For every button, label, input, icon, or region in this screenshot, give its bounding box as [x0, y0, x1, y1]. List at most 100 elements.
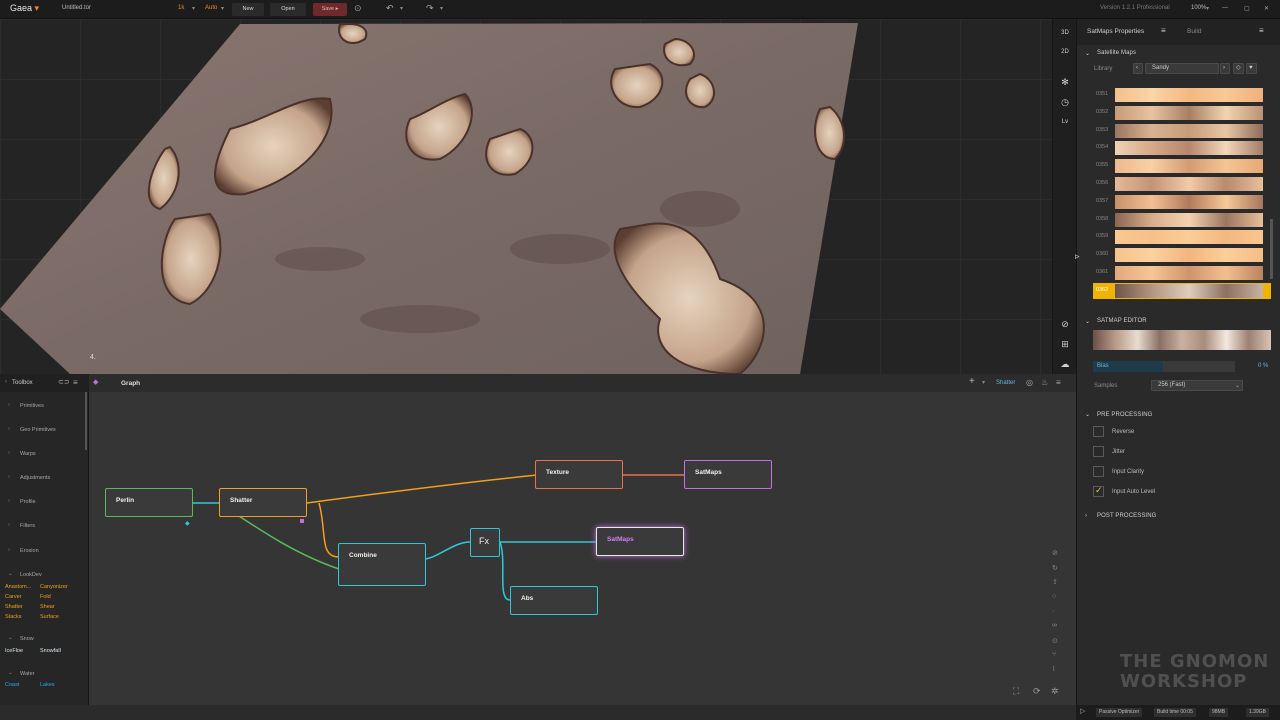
pin-icon[interactable]: ⊙ [1052, 637, 1058, 645]
satmap-swatch-row[interactable]: 0360 [1093, 247, 1271, 263]
port-diamond-icon[interactable]: ◆ [185, 520, 190, 527]
swatch-scrollbar[interactable] [1270, 219, 1273, 279]
passive-optimizer-status[interactable]: Passive Optimizer [1096, 708, 1143, 717]
library-select[interactable]: Sandy [1145, 63, 1219, 74]
toolbox-node[interactable]: Snowfall [40, 648, 61, 654]
toolbox-category[interactable]: Profile [20, 499, 36, 505]
toolbox-node[interactable]: Carver [5, 594, 22, 600]
node-satmaps-selected[interactable]: SatMaps [596, 527, 684, 556]
disable-icon[interactable]: ⊘ [1052, 549, 1058, 557]
maximize-icon[interactable]: ▢ [1244, 5, 1250, 12]
toggle-icon[interactable]: ⊂⊃ [58, 378, 70, 386]
tab-satmaps-properties[interactable]: SatMaps Properties [1087, 28, 1144, 35]
toolbox-node[interactable]: Stacks [5, 614, 22, 620]
favorite-heart-icon[interactable]: ♥ [1246, 63, 1257, 74]
toolbox-category[interactable]: Water [20, 671, 34, 677]
chevron-right-icon[interactable]: › [8, 402, 10, 408]
app-logo[interactable]: Gaea ▾ [10, 3, 39, 14]
satmap-swatch-row[interactable]: 0355 [1093, 158, 1271, 174]
chevron-right-icon[interactable]: › [8, 498, 10, 504]
run-icon[interactable]: ▷ [1080, 707, 1085, 715]
active-node-label[interactable]: Shatter [996, 380, 1015, 386]
next-arrow[interactable]: › [1220, 63, 1230, 74]
toolbox-category[interactable]: Primitives [20, 403, 44, 409]
target-icon[interactable]: ◎ [1026, 378, 1033, 387]
chevron-right-icon[interactable]: › [8, 426, 10, 432]
node-combine[interactable]: Combine [338, 543, 426, 586]
satmap-swatch-row[interactable]: 0354 [1093, 140, 1271, 156]
grid-icon[interactable]: ⊞ [1056, 336, 1074, 352]
flame-icon[interactable]: ♨ [1041, 378, 1048, 387]
satmap-swatch-row[interactable]: 0359 [1093, 229, 1271, 245]
chevron-right-icon[interactable]: › [8, 522, 10, 528]
toolbox-node[interactable]: Shear [40, 604, 55, 610]
toolbox-category[interactable]: Erosion [20, 548, 39, 554]
toolbox-node[interactable]: Anastom... [5, 584, 31, 590]
toolbox-node[interactable]: IceFloe [5, 648, 23, 654]
section-satellite-maps[interactable]: Satellite Maps [1097, 50, 1136, 56]
bias-slider[interactable]: Bias [1093, 361, 1235, 372]
menu-icon[interactable]: ≡ [73, 378, 78, 387]
chevron-down-icon[interactable]: ⌄ [1085, 50, 1090, 57]
toolbox-node[interactable]: Fold [40, 594, 51, 600]
save-button[interactable]: Save ▸ [313, 3, 347, 16]
compass-icon[interactable]: ⊘ [1056, 316, 1074, 332]
checkbox[interactable] [1093, 426, 1104, 437]
toolbox-category[interactable]: Warps [20, 451, 36, 457]
section-pre-processing[interactable]: PRE PROCESSING [1097, 412, 1152, 418]
3d-viewport[interactable]: 4. [0, 19, 1052, 374]
menu-icon[interactable]: ≡ [1161, 26, 1166, 35]
chevron-down-icon[interactable]: ⌄ [8, 670, 13, 676]
satmap-swatch-row[interactable]: 0361 [1093, 265, 1271, 281]
sun-icon[interactable]: ✻ [1056, 74, 1074, 90]
zoom-select[interactable]: 100% [1191, 5, 1206, 11]
port-icon[interactable] [300, 519, 304, 523]
toolbox-node[interactable]: Shatter [5, 604, 23, 610]
chevron-right-icon[interactable]: › [8, 450, 10, 456]
graph-settings-icon[interactable]: ✲ [1051, 686, 1059, 697]
previous-arrow[interactable]: ‹ [1133, 63, 1143, 74]
toolbox-category[interactable]: Geo Primitives [20, 427, 56, 433]
view-2d-button[interactable]: 2D [1056, 44, 1074, 60]
node-graph[interactable]: ◆ Graph + ▾ Shatter ◎ ♨ ≡ Perlin ◆ Shatt… [89, 374, 1076, 705]
node-fx[interactable]: Fx [470, 528, 500, 557]
tab-build[interactable]: Build [1187, 28, 1201, 35]
section-post-processing[interactable]: POST PROCESSING [1097, 513, 1156, 519]
refresh-icon[interactable]: ↻ [1052, 564, 1058, 572]
cloud-icon[interactable]: ☁ [1056, 356, 1074, 372]
satmap-swatch-row[interactable]: 0352 [1093, 105, 1271, 121]
toolbox-category[interactable]: Adjustments [20, 475, 50, 481]
node-perlin[interactable]: Perlin [105, 488, 193, 517]
fit-view-icon[interactable]: ⛶ [1013, 686, 1019, 697]
redo-icon[interactable]: ↷ [426, 3, 434, 14]
toolbox-node[interactable]: Coast [5, 682, 19, 688]
satmap-gradient-editor[interactable] [1093, 330, 1271, 350]
chevron-down-icon[interactable]: ⌄ [1085, 411, 1090, 418]
mode-select[interactable]: Auto [205, 5, 217, 11]
chevron-left-icon[interactable]: ‹ [5, 379, 7, 385]
checkbox[interactable] [1093, 466, 1104, 477]
bias-value[interactable]: 0 % [1258, 363, 1268, 369]
satmap-swatch-row[interactable]: 0362 [1093, 282, 1271, 299]
checkbox[interactable] [1093, 446, 1104, 457]
satmap-swatch-row[interactable]: 0353 [1093, 123, 1271, 139]
checkbox[interactable] [1093, 485, 1104, 497]
satmap-swatch-row[interactable]: 0357 [1093, 194, 1271, 210]
toolbox-category[interactable]: Snow [20, 636, 34, 642]
section-satmap-editor[interactable]: SATMAP EDITOR [1097, 318, 1147, 324]
node-satmaps-top[interactable]: SatMaps [684, 460, 772, 489]
minimize-icon[interactable]: — [1222, 5, 1228, 11]
toolbox-node[interactable]: Lakes [40, 682, 55, 688]
toolbox-category[interactable]: LookDev [20, 572, 42, 578]
levels-button[interactable]: Lv [1056, 114, 1074, 130]
dot-icon[interactable]: · [1052, 608, 1054, 615]
chevron-down-icon[interactable]: ⌄ [8, 571, 13, 577]
chevron-down-icon[interactable]: ⌄ [1085, 318, 1090, 325]
resolution-select[interactable]: 1k [178, 5, 184, 11]
clock-icon[interactable]: ◷ [1056, 94, 1074, 110]
refresh-graph-icon[interactable]: ⟳ [1033, 686, 1041, 697]
chevron-down-icon[interactable]: ⌄ [8, 635, 13, 641]
chevron-right-icon[interactable]: › [8, 547, 10, 553]
add-node-icon[interactable]: + [969, 376, 975, 387]
new-button[interactable]: New [232, 3, 264, 16]
